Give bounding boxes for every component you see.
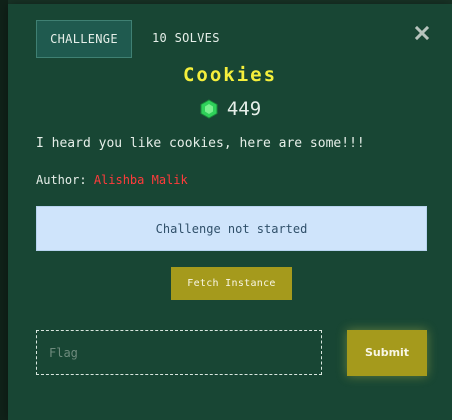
author-name: Alishba Malik — [93, 173, 188, 187]
challenge-title: Cookies — [182, 64, 278, 86]
challenge-modal: CHALLENGE 10 SOLVES Cookies 449 I heard … — [8, 4, 452, 420]
points-row: 449 — [8, 98, 452, 123]
backdrop-left-edge — [0, 0, 8, 420]
tab-challenge[interactable]: CHALLENGE — [36, 20, 132, 58]
instance-status-box: Challenge not started — [36, 206, 427, 251]
challenge-description: I heard you like cookies, here are some!… — [36, 136, 365, 151]
author-label: Author: — [36, 173, 87, 187]
points-value: 449 — [226, 98, 262, 120]
fetch-instance-button[interactable]: Fetch Instance — [171, 267, 292, 300]
author-line: Author: Alishba Malik — [36, 173, 188, 187]
tab-solves[interactable]: 10 SOLVES — [148, 20, 224, 56]
gem-icon — [200, 99, 218, 119]
close-icon[interactable] — [413, 24, 431, 42]
submit-button[interactable]: Submit — [347, 330, 427, 376]
flag-input[interactable] — [36, 330, 322, 375]
